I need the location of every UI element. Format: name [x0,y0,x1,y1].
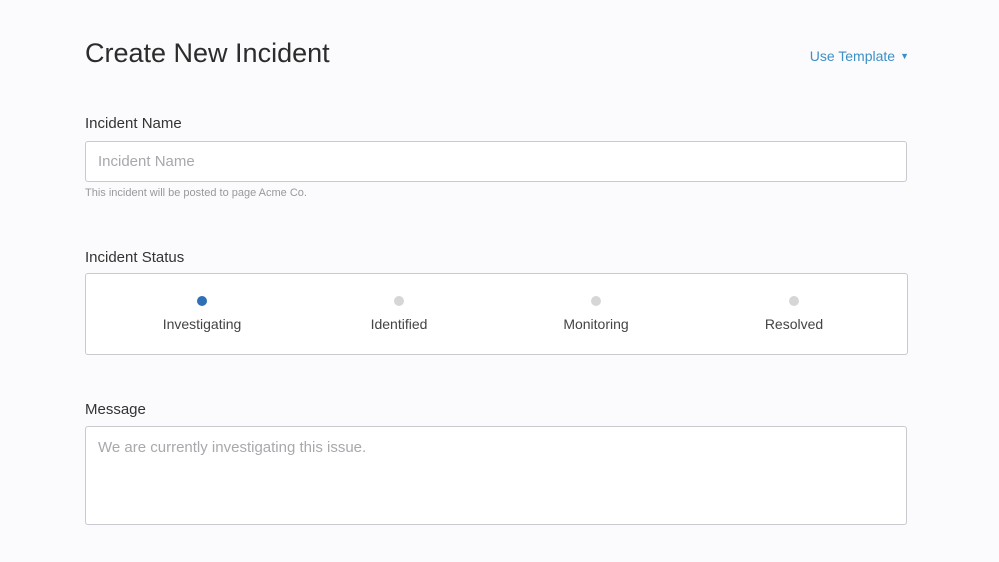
radio-dot-icon [197,296,207,306]
radio-dot-icon [591,296,601,306]
use-template-label: Use Template [809,48,896,64]
status-option-investigating[interactable]: Investigating [122,296,282,334]
status-option-monitoring[interactable]: Monitoring [516,296,676,334]
incident-status-label: Incident Status [85,249,185,266]
incident-name-help: This incident will be posted to page Acm… [85,187,307,199]
incident-name-label: Incident Name [85,115,182,132]
status-option-label: Resolved [764,316,824,332]
message-label: Message [85,401,146,418]
message-field-wrapper [85,426,907,525]
message-textarea[interactable] [96,437,896,515]
incident-name-field-wrapper [85,141,907,182]
status-option-label: Monitoring [563,316,629,332]
page-title: Create New Incident [85,38,330,68]
status-option-identified[interactable]: Identified [319,296,479,334]
use-template-dropdown[interactable]: Use Template ▼ [810,48,909,64]
incident-name-input[interactable] [96,152,896,171]
status-option-label: Investigating [162,316,242,332]
incident-status-selector: Investigating Identified Monitoring Reso… [85,273,908,355]
radio-dot-icon [394,296,404,306]
radio-dot-icon [789,296,799,306]
caret-down-icon: ▼ [900,51,909,61]
status-option-label: Identified [370,316,428,332]
status-option-resolved[interactable]: Resolved [714,296,874,334]
